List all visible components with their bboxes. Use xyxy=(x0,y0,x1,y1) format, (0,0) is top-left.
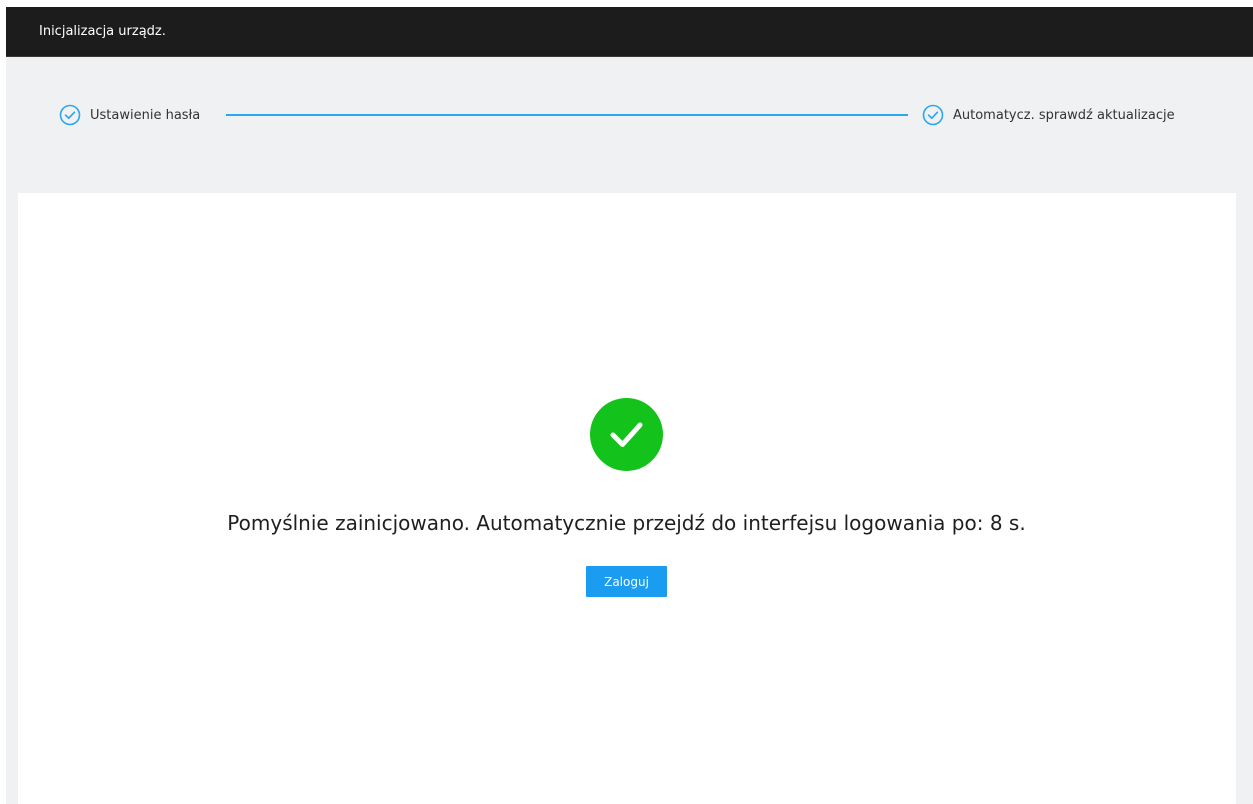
step-label: Automatycz. sprawdź aktualizacje xyxy=(953,107,1175,123)
step-connector-line xyxy=(226,114,908,116)
window-title: Inicjalizacja urządz. xyxy=(39,24,166,39)
check-circle-icon xyxy=(922,104,944,126)
check-circle-icon xyxy=(59,104,81,126)
login-button[interactable]: Zaloguj xyxy=(586,566,667,597)
success-message: Pomyślnie zainicjowano. Automatycznie pr… xyxy=(227,511,1026,535)
success-check-icon xyxy=(590,398,663,471)
app-window: Inicjalizacja urządz. Ustawienie hasła A… xyxy=(0,0,1253,804)
step-label: Ustawienie hasła xyxy=(90,107,201,123)
result-panel xyxy=(18,193,1236,804)
step-auto-update-check: Automatycz. sprawdź aktualizacje xyxy=(922,103,1175,127)
title-bar: Inicjalizacja urządz. xyxy=(6,7,1253,57)
step-password-setup: Ustawienie hasła xyxy=(59,103,200,127)
